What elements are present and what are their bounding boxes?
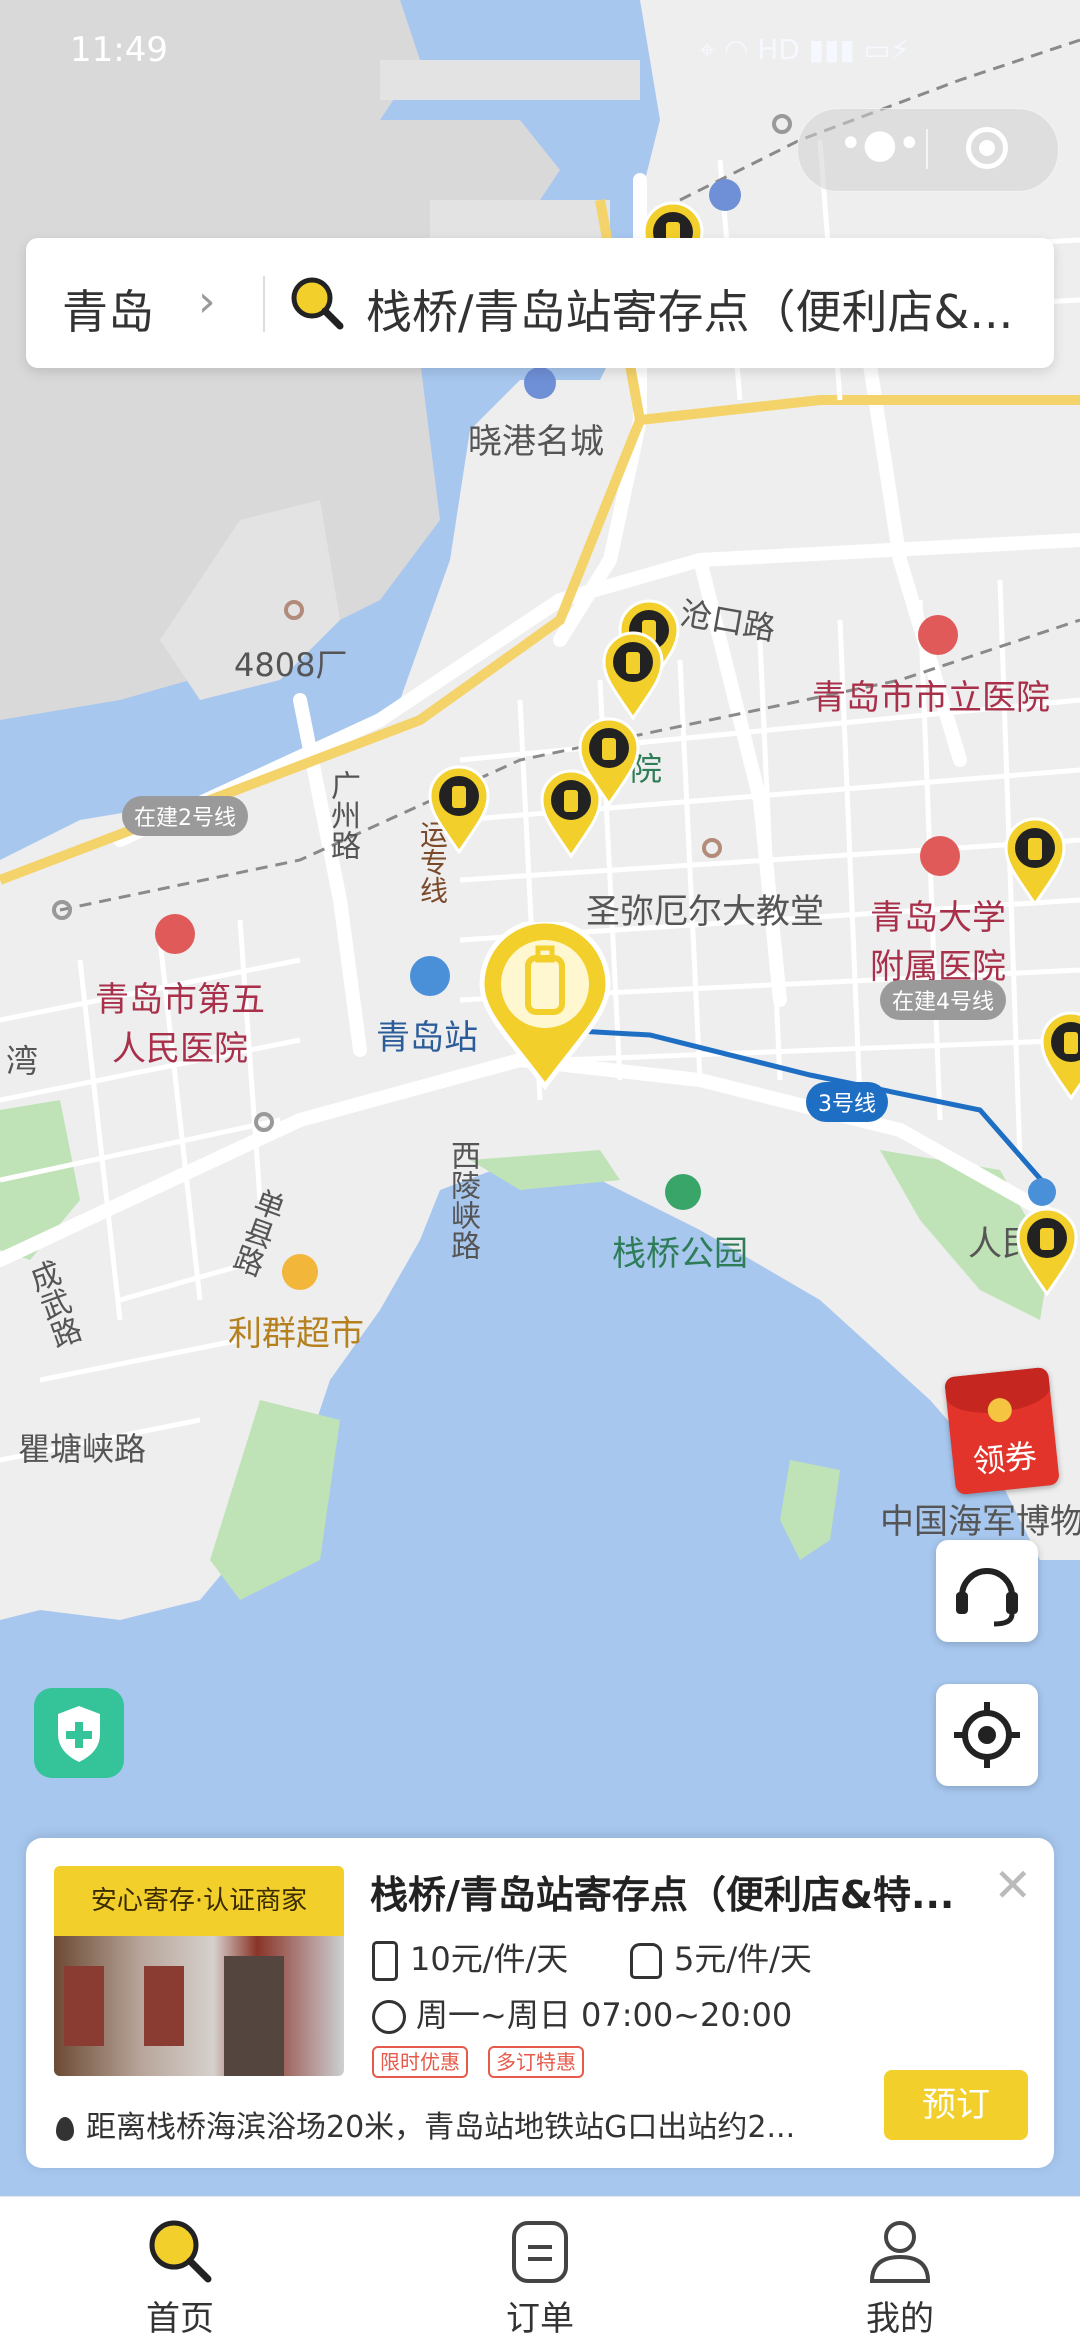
status-bar: 11:49 ⌖ ◠ HD ▮▮▮ ▭⚡ xyxy=(0,0,1080,100)
suitcase-icon xyxy=(372,1941,398,1981)
search-bar[interactable]: 青岛 › 栈桥/青岛站寄存点（便利店&... xyxy=(26,238,1054,368)
chevron-right-icon: › xyxy=(198,276,216,327)
map-label: 湾 xyxy=(6,1042,39,1080)
tab-label: 订单 xyxy=(506,2299,574,2339)
divider xyxy=(263,276,265,332)
tab-label: 我的 xyxy=(866,2299,934,2339)
status-network: ⌖ ◠ HD ▮▮▮ ▭⚡ xyxy=(699,33,910,67)
map-label: 晓港名城 xyxy=(468,422,604,462)
large-luggage-price: 10元/件/天 xyxy=(372,1934,568,1981)
map-label: 瞿塘峡路 xyxy=(18,1430,147,1468)
city-selector[interactable]: 青岛 xyxy=(62,276,154,342)
map-label: 4808厂 xyxy=(234,646,348,684)
safety-shield-button[interactable] xyxy=(34,1688,124,1778)
tab-label: 首页 xyxy=(146,2299,214,2339)
store-photo xyxy=(54,1936,344,2076)
locate-icon xyxy=(954,1702,1020,1768)
headset-icon xyxy=(956,1568,1018,1627)
promo-tag: 多订特惠 xyxy=(488,2046,584,2078)
signal-icon: ▮▮▮ xyxy=(808,33,855,66)
wifi-icon: ◠ xyxy=(723,33,749,66)
map-label: 在建2号线 xyxy=(122,796,248,836)
backpack-icon xyxy=(630,1943,662,1979)
locate-button[interactable] xyxy=(936,1684,1038,1786)
map-label: 利群超市 xyxy=(228,1314,364,1354)
map-label: 西陵峡路 xyxy=(445,1140,480,1260)
more-icon[interactable]: •●• xyxy=(834,124,926,169)
battery-icon: ▭⚡ xyxy=(863,33,910,66)
tab-orders[interactable]: 订单 xyxy=(440,2197,640,2341)
search-icon xyxy=(149,2220,212,2283)
map-label: 青岛市第五人民医院 xyxy=(95,980,265,1069)
customer-service-button[interactable] xyxy=(936,1540,1038,1642)
map-label: 青岛大学附属医院 xyxy=(870,898,1006,987)
map-label: 广州路 xyxy=(325,770,360,860)
tab-profile[interactable]: 我的 xyxy=(800,2197,1000,2341)
close-miniprogram-icon[interactable] xyxy=(966,127,1008,169)
status-time: 11:49 xyxy=(70,30,168,70)
store-card[interactable]: 安心寄存·认证商家 栈桥/青岛站寄存点（便利店&特... ✕ 10元/件/天 5… xyxy=(26,1838,1054,2168)
profile-icon xyxy=(869,2221,931,2283)
map-label: 中国海军博物 xyxy=(880,1502,1080,1542)
bottom-tab-bar: 首页 订单 我的 xyxy=(0,2196,1080,2341)
map-label: 青岛市市立医院 xyxy=(812,678,1050,718)
map-label: 在建4号线 xyxy=(880,980,1006,1020)
certified-badge: 安心寄存·认证商家 xyxy=(54,1866,344,1936)
coupon-label: 领券 xyxy=(971,1436,1039,1482)
search-query[interactable]: 栈桥/青岛站寄存点（便利店&... xyxy=(366,276,1013,342)
clock-icon xyxy=(372,2000,406,2034)
shield-icon xyxy=(58,1706,100,1762)
coupon-button[interactable]: 领券 xyxy=(944,1366,1060,1496)
opening-hours: 周一~周日 07:00~20:00 xyxy=(372,1990,792,2036)
map-label: 栈桥公园 xyxy=(612,1234,748,1274)
location-icon: ⌖ xyxy=(699,33,715,66)
map-label: 圣弥厄尔大教堂 xyxy=(586,892,824,932)
map-label: 3号线 xyxy=(806,1082,888,1122)
close-card-icon[interactable]: ✕ xyxy=(993,1858,1032,1912)
map-label: 青岛站 xyxy=(376,1018,478,1058)
location-pin-icon xyxy=(56,2116,74,2141)
search-icon xyxy=(288,274,346,336)
miniprogram-capsule: •●• xyxy=(797,108,1059,192)
network-type: HD xyxy=(757,33,800,66)
order-icon xyxy=(512,2221,568,2283)
promo-tag: 限时优惠 xyxy=(372,2046,468,2078)
store-title: 栈桥/青岛站寄存点（便利店&特... xyxy=(370,1873,955,1917)
tab-home[interactable]: 首页 xyxy=(80,2197,280,2341)
book-button[interactable]: 预订 xyxy=(884,2070,1028,2140)
small-luggage-price: 5元/件/天 xyxy=(630,1934,812,1980)
store-distance: 距离栈桥海滨浴场20米，青岛站地铁站G口出站约2... xyxy=(56,2102,795,2146)
